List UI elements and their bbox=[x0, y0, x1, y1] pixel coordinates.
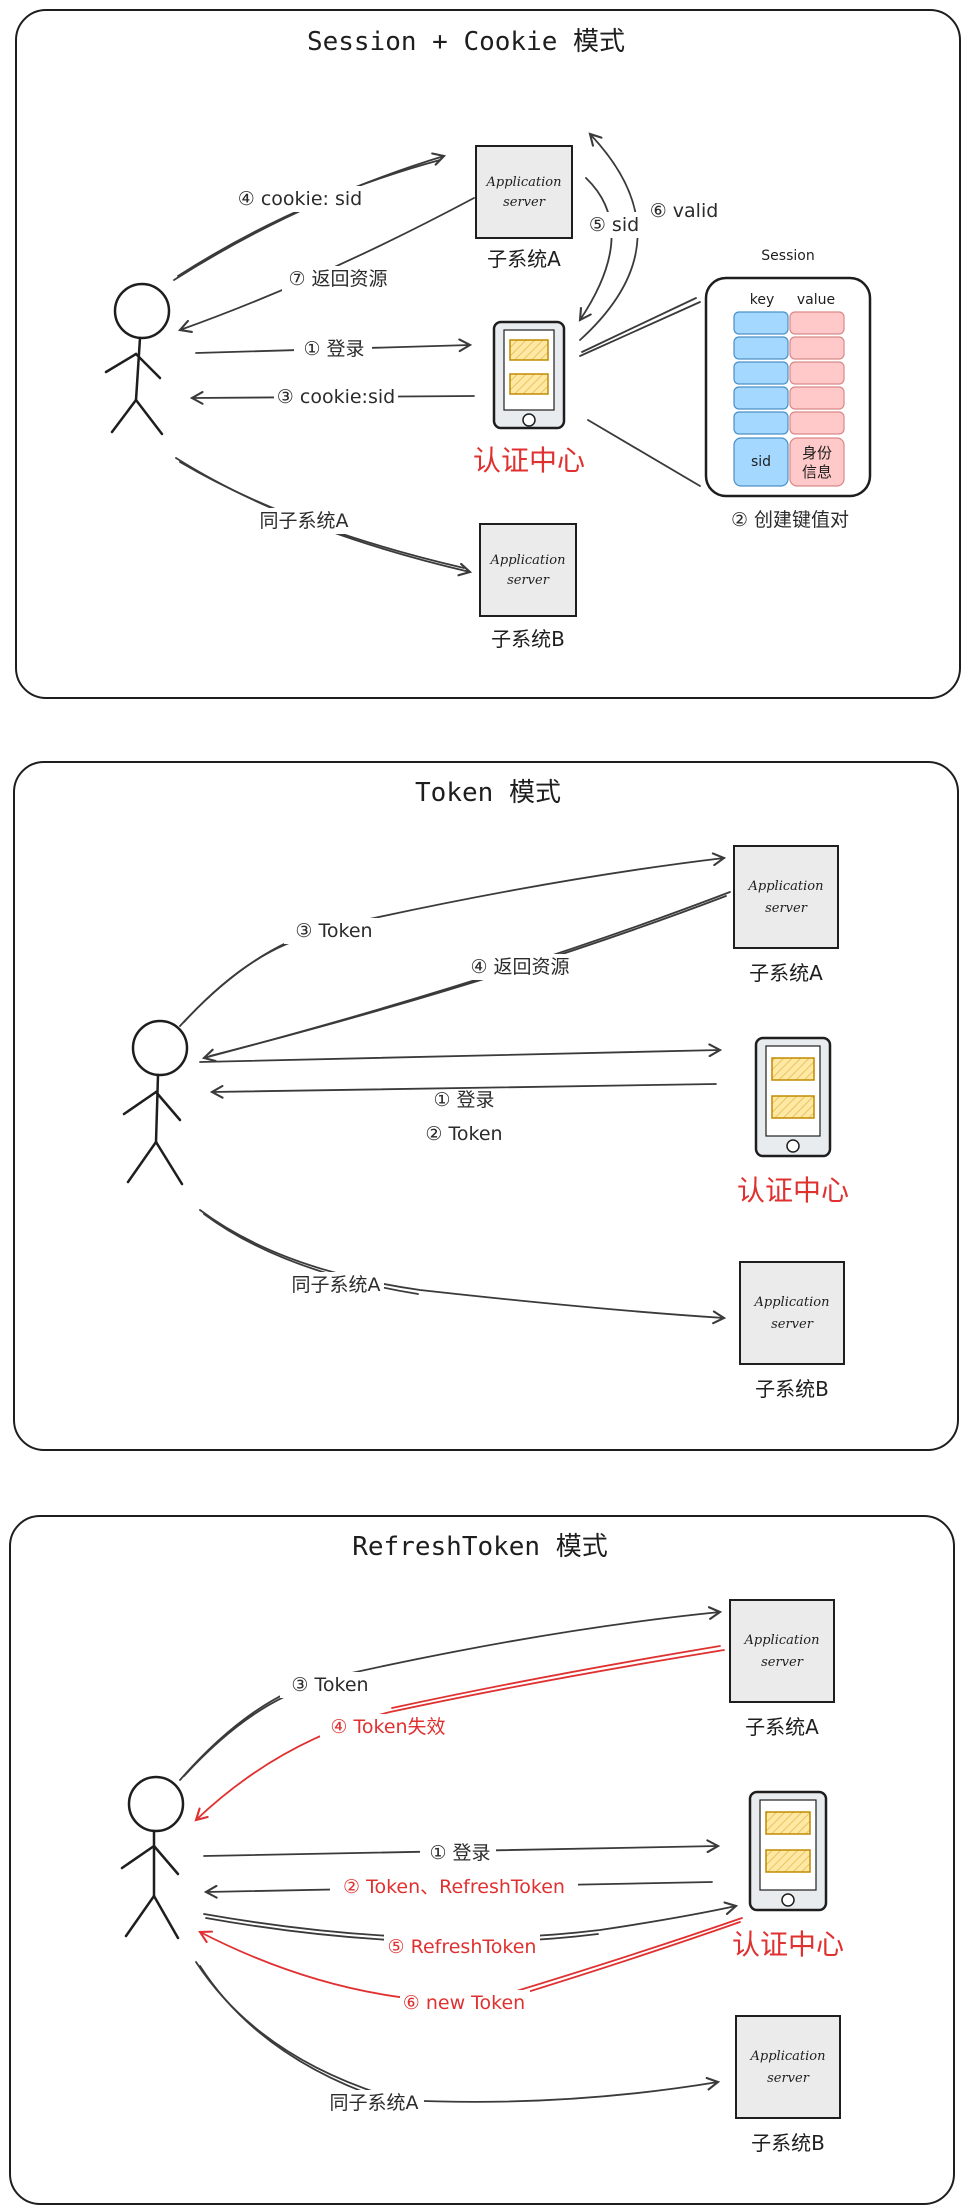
server-label-line2: server bbox=[761, 1655, 804, 1670]
label-return-resource: ⑦ 返回资源 bbox=[288, 268, 387, 290]
value-header: value bbox=[797, 292, 835, 308]
identity-cell-line1: 身份 bbox=[802, 444, 832, 462]
panel-token: Token 模式 Application server 子系统A Applica… bbox=[13, 761, 959, 1451]
application-server-b: Application server bbox=[739, 1261, 845, 1365]
label-same-sub: 同子系统A bbox=[330, 2092, 419, 2114]
arrow-login bbox=[199, 1043, 723, 1063]
panel-title: RefreshToken 模式 bbox=[352, 1532, 608, 1562]
server-a-caption: 子系统A bbox=[749, 961, 823, 985]
panel-session-cookie: Session + Cookie 模式 Application server 子… bbox=[15, 9, 961, 699]
label-login: ① 登录 bbox=[433, 1089, 494, 1111]
auth-center-device bbox=[754, 1036, 832, 1158]
label-token-back: ② Token bbox=[425, 1123, 502, 1145]
server-label-line1: Application bbox=[754, 1295, 830, 1310]
arrow-same-sub bbox=[195, 1961, 721, 2103]
panel-refresh-token: RefreshToken 模式 Application server 子系统A … bbox=[9, 1515, 955, 2205]
label-new-token: ⑥ new Token bbox=[403, 1992, 525, 2014]
application-server-a: Application server bbox=[475, 145, 573, 239]
auth-center-caption: 认证中心 bbox=[732, 1928, 844, 1961]
server-label-line1: Application bbox=[490, 553, 566, 568]
user-stick-figure bbox=[122, 1019, 189, 1186]
arrow-sid bbox=[578, 177, 613, 322]
arrow-cookie-sid bbox=[173, 152, 447, 281]
line-to-session-top bbox=[579, 301, 701, 357]
application-server-b: Application server bbox=[479, 523, 577, 617]
arrow-token bbox=[179, 852, 727, 1027]
diagram-canvas: Session + Cookie 模式 Application server 子… bbox=[9, 9, 961, 2205]
server-label-line1: Application bbox=[750, 2049, 826, 2064]
arrow-token-expired bbox=[194, 1649, 725, 1822]
server-label-line1: Application bbox=[744, 1633, 820, 1648]
label-return-resource: ④ 返回资源 bbox=[470, 956, 569, 978]
arrow-labels: ③ Token ④ 返回资源 ① 登录 ② Token 同子系统A bbox=[284, 918, 576, 1298]
label-token: ③ Token bbox=[291, 1674, 368, 1696]
auth-center-caption: 认证中心 bbox=[473, 444, 585, 477]
label-token-expired: ④ Token失效 bbox=[330, 1716, 445, 1738]
arrow-same-sub bbox=[199, 1209, 727, 1325]
server-a-caption: 子系统A bbox=[745, 1715, 819, 1739]
server-b-caption: 子系统B bbox=[491, 627, 565, 651]
arrow-refresh-token bbox=[203, 1901, 739, 1939]
server-label-line2: server bbox=[507, 573, 550, 588]
server-label-line2: server bbox=[765, 901, 808, 916]
arrow-new-token bbox=[198, 1917, 743, 2003]
server-label-line2: server bbox=[771, 1317, 814, 1332]
server-b-caption: 子系统B bbox=[755, 1377, 829, 1401]
server-label-line2: server bbox=[503, 195, 546, 210]
label-token-refresh-back: ② Token、RefreshToken bbox=[343, 1876, 565, 1898]
label-refresh-token: ⑤ RefreshToken bbox=[388, 1936, 537, 1958]
label-same-sub: 同子系统A bbox=[260, 510, 349, 532]
sid-cell: sid bbox=[751, 454, 771, 470]
server-label-line2: server bbox=[767, 2071, 810, 2086]
session-title: Session bbox=[761, 248, 814, 264]
label-login: ① 登录 bbox=[303, 338, 364, 360]
label-token: ③ Token bbox=[295, 920, 372, 942]
label-valid: ⑥ valid bbox=[650, 200, 719, 222]
auth-center-device bbox=[748, 1790, 828, 1912]
label-sid: ⑤ sid bbox=[589, 214, 639, 236]
user-stick-figure bbox=[120, 1775, 185, 1940]
arrow-labels: ③ Token ④ Token失效 ① 登录 ② Token、RefreshTo… bbox=[280, 1672, 578, 2116]
server-b-caption: 子系统B bbox=[751, 2131, 825, 2155]
application-server-a: Application server bbox=[729, 1599, 835, 1703]
session-store: Session key value sid 身份 信息 bbox=[704, 248, 872, 498]
application-server-b: Application server bbox=[735, 2015, 841, 2119]
server-label-line1: Application bbox=[486, 175, 562, 190]
arrows bbox=[179, 852, 731, 1325]
label-same-sub: 同子系统A bbox=[292, 1274, 381, 1296]
user-stick-figure bbox=[104, 282, 171, 436]
label-cookie-sid: ④ cookie: sid bbox=[238, 188, 362, 210]
auth-center-caption: 认证中心 bbox=[737, 1174, 849, 1207]
server-label-line1: Application bbox=[748, 879, 824, 894]
panel-title: Session + Cookie 模式 bbox=[307, 27, 625, 57]
identity-cell-line2: 信息 bbox=[802, 463, 832, 481]
server-a-caption: 子系统A bbox=[487, 247, 561, 271]
auth-center-device bbox=[492, 320, 566, 430]
label-login: ① 登录 bbox=[429, 1842, 490, 1864]
create-kv-label: ② 创建键值对 bbox=[731, 509, 849, 531]
application-server-a: Application server bbox=[733, 845, 839, 949]
label-cookie-sid-back: ③ cookie:sid bbox=[277, 386, 395, 408]
line-to-session-bottom bbox=[587, 419, 701, 487]
panel-title: Token 模式 bbox=[415, 778, 561, 808]
arrow-return-resource bbox=[177, 197, 475, 334]
key-header: key bbox=[750, 292, 775, 308]
